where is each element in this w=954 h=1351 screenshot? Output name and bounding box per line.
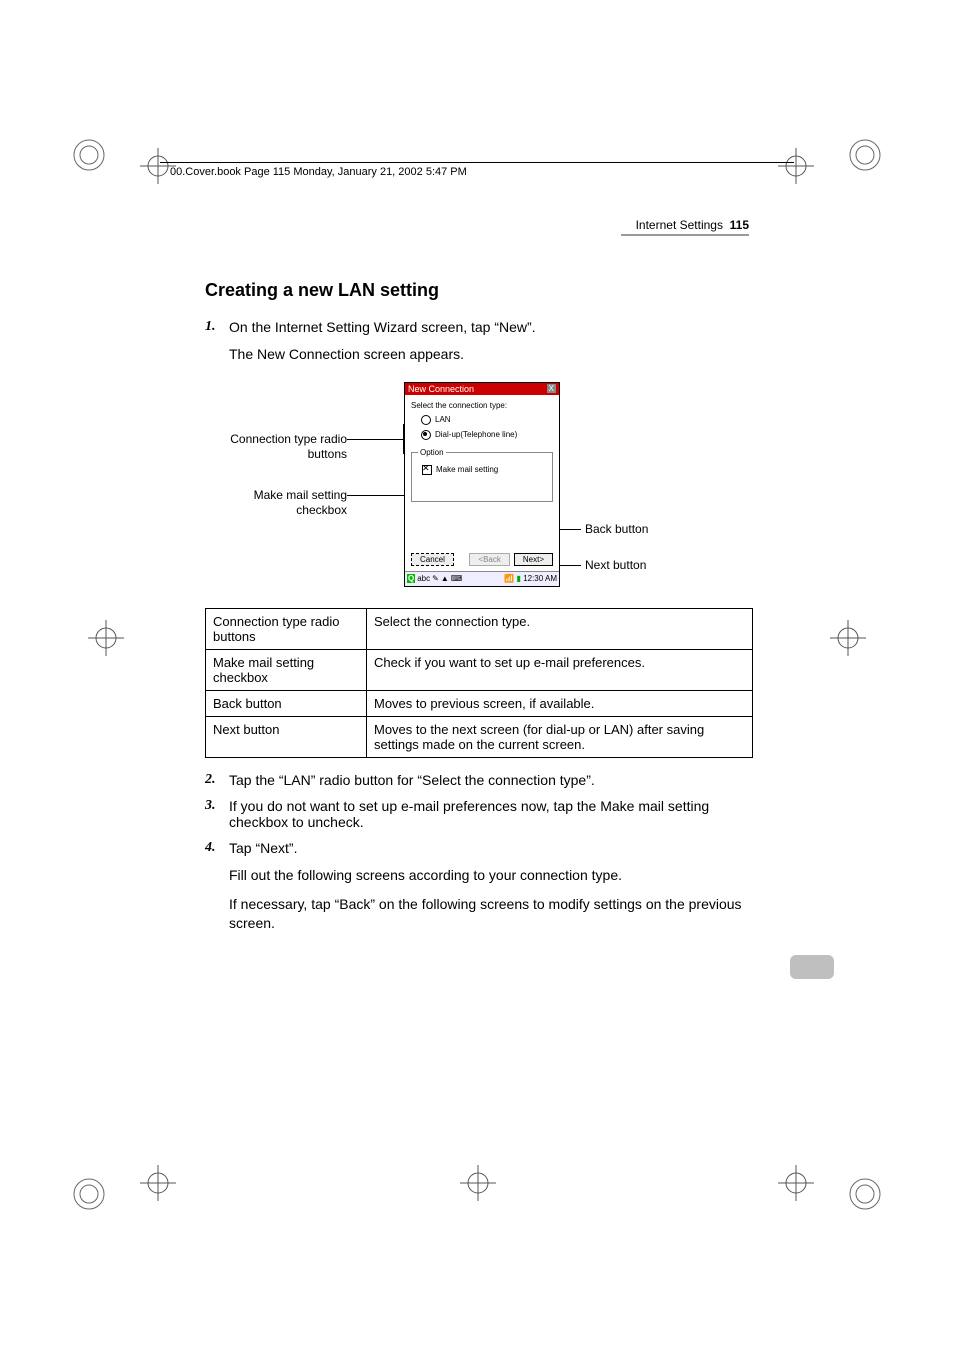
cell-label: Back button [206, 690, 367, 716]
step-3-text: If you do not want to set up e-mail pref… [229, 798, 709, 830]
cancel-button[interactable]: Cancel [411, 553, 454, 566]
step-1: 1. On the Internet Setting Wizard screen… [205, 319, 753, 335]
radio-lan-label: LAN [435, 415, 451, 424]
home-icon[interactable]: Q [407, 574, 415, 583]
cell-label: Make mail setting checkbox [206, 649, 367, 690]
option-fieldset: Option Make mail setting [411, 448, 553, 502]
close-icon[interactable]: X [547, 384, 556, 393]
table-row: Connection type radio buttons Select the… [206, 608, 753, 649]
running-head-page: 115 [730, 218, 749, 232]
radio-dialup-row[interactable]: Dial-up(Telephone line) [421, 430, 553, 440]
next-button[interactable]: Next> [514, 553, 553, 566]
step-4-subtext-2: If necessary, tap “Back” on the followin… [229, 895, 753, 933]
radio-lan[interactable] [421, 415, 431, 425]
step-4-number: 4. [205, 840, 216, 856]
step-1-number: 1. [205, 319, 216, 335]
make-mail-row[interactable]: Make mail setting [422, 465, 546, 475]
cell-label: Next button [206, 716, 367, 757]
battery-icon: ▮ [517, 574, 521, 583]
page-content: Creating a new LAN setting 1. On the Int… [205, 280, 753, 943]
step-1-text: On the Internet Setting Wizard screen, t… [229, 319, 536, 335]
cell-desc: Moves to previous screen, if available. [367, 690, 753, 716]
step-4-subtext-1: Fill out the following screens according… [229, 866, 753, 885]
print-header: 00.Cover.book Page 115 Monday, January 2… [170, 166, 467, 178]
step-1-subtext: The New Connection screen appears. [229, 345, 753, 364]
pda-statusbar: Q abc ✎ ▲ ⌨ 📶 ▮ 12:30 AM [405, 571, 559, 586]
pda-titlebar: New Connection X [405, 383, 559, 395]
table-row: Back button Moves to previous screen, if… [206, 690, 753, 716]
signal-icon: 📶 [504, 574, 514, 583]
step-2: 2. Tap the “LAN” radio button for “Selec… [205, 772, 753, 788]
callout-connection-type: Connection type radio buttons [229, 432, 347, 463]
thumb-tab [790, 955, 834, 979]
cell-desc: Moves to the next screen (for dial-up or… [367, 716, 753, 757]
callout-next-button: Next button [585, 558, 646, 574]
description-table: Connection type radio buttons Select the… [205, 608, 753, 758]
running-head-section: Internet Settings [636, 218, 723, 232]
back-button[interactable]: <Back [469, 553, 509, 566]
callout-back-button: Back button [585, 522, 648, 538]
pen-icon[interactable]: ✎ [432, 574, 439, 583]
callout-make-mail: Make mail setting checkbox [229, 488, 347, 519]
cell-desc: Check if you want to set up e-mail prefe… [367, 649, 753, 690]
status-abc: abc [417, 574, 430, 583]
cell-label: Connection type radio buttons [206, 608, 367, 649]
step-2-text: Tap the “LAN” radio button for “Select t… [229, 772, 595, 788]
status-time: 12:30 AM [523, 574, 557, 583]
keyboard-icon[interactable]: ⌨ [451, 574, 463, 583]
radio-dialup-label: Dial-up(Telephone line) [435, 430, 517, 439]
print-header-rule [160, 162, 794, 163]
step-3-number: 3. [205, 798, 216, 814]
steps-list-2: 2. Tap the “LAN” radio button for “Selec… [205, 772, 753, 856]
pda-screenshot: New Connection X Select the connection t… [404, 382, 560, 587]
radio-dialup[interactable] [421, 430, 431, 440]
checkbox-make-mail[interactable] [422, 465, 432, 475]
table-row: Make mail setting checkbox Check if you … [206, 649, 753, 690]
up-icon[interactable]: ▲ [441, 574, 449, 583]
figure-new-connection: Connection type radio buttons Make mail … [229, 382, 753, 590]
checkbox-make-mail-label: Make mail setting [436, 465, 498, 474]
radio-lan-row[interactable]: LAN [421, 415, 553, 425]
pda-title: New Connection [408, 384, 474, 394]
running-head-rule [621, 234, 749, 236]
steps-list: 1. On the Internet Setting Wizard screen… [205, 319, 753, 335]
pda-prompt: Select the connection type: [411, 401, 553, 410]
step-3: 3. If you do not want to set up e-mail p… [205, 798, 753, 830]
option-legend: Option [418, 448, 446, 457]
page-title: Creating a new LAN setting [205, 280, 753, 301]
step-4-text: Tap “Next”. [229, 840, 297, 856]
step-2-number: 2. [205, 772, 216, 788]
step-4: 4. Tap “Next”. [205, 840, 753, 856]
cell-desc: Select the connection type. [367, 608, 753, 649]
running-head: Internet Settings 115 [636, 218, 749, 232]
table-row: Next button Moves to the next screen (fo… [206, 716, 753, 757]
